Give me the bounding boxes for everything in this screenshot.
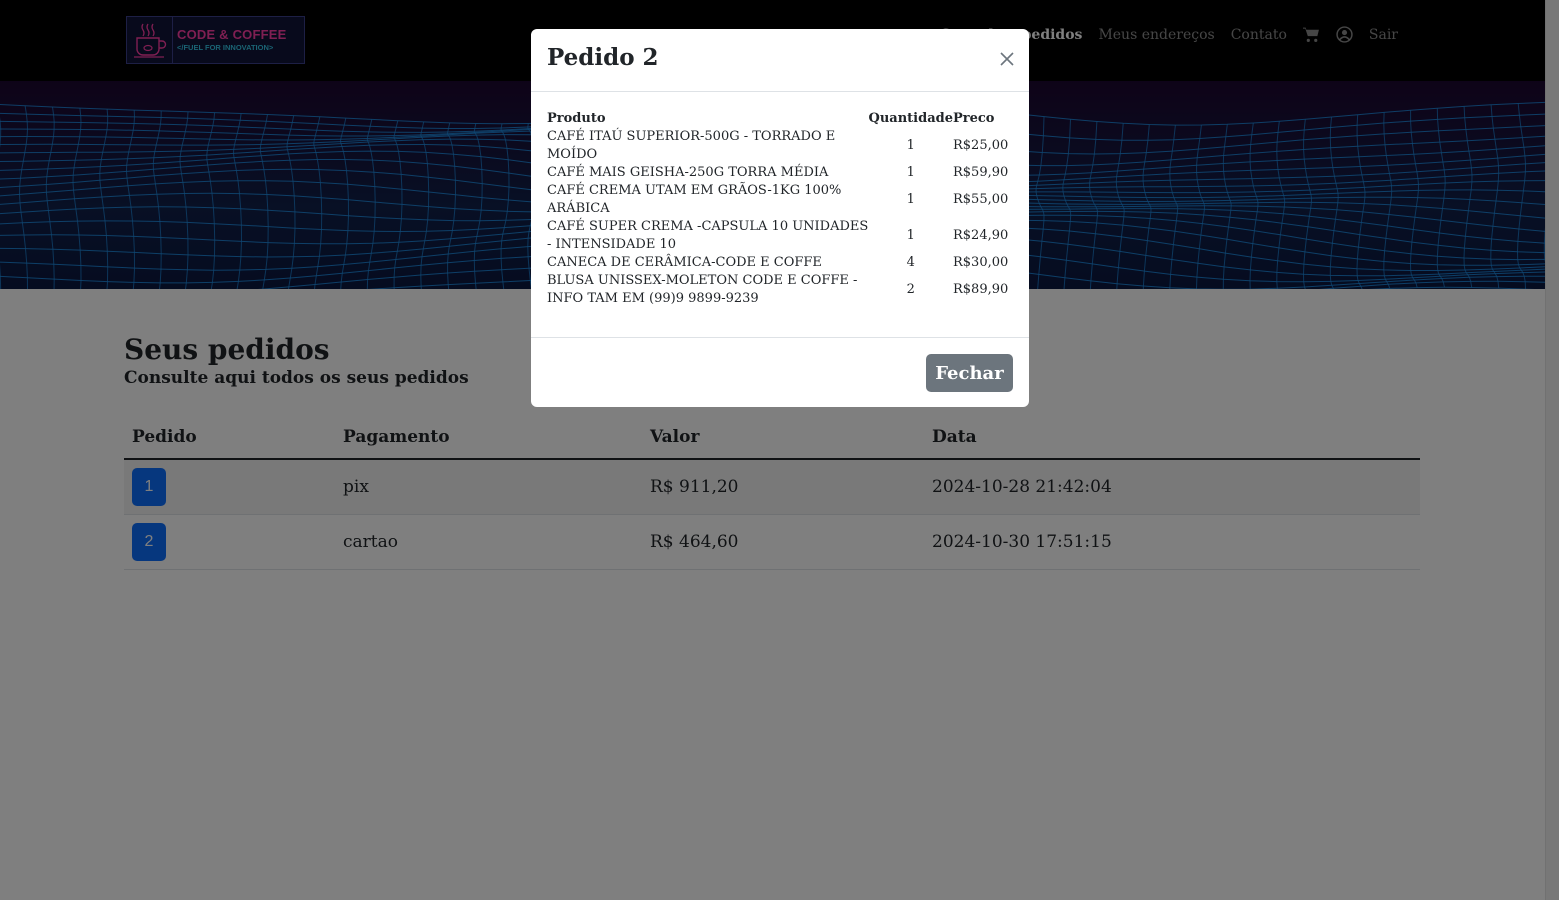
item-row: CAFÉ SUPER CREMA -CAPSULA 10 UNIDADES - … bbox=[547, 218, 1013, 254]
item-product: BLUSA UNISSEX-MOLETON CODE E COFFE - INF… bbox=[547, 273, 858, 306]
item-quantity: 1 bbox=[906, 228, 915, 243]
item-quantity: 1 bbox=[906, 138, 915, 153]
modal-title: Pedido 2 bbox=[547, 44, 659, 71]
item-product: CANECA DE CERÂMICA-CODE E COFFE bbox=[547, 255, 822, 270]
item-price: R$59,90 bbox=[953, 165, 1009, 180]
items-table-header: Produto Quantidade Preco bbox=[547, 106, 1013, 128]
item-price: R$55,00 bbox=[953, 192, 1009, 207]
item-row: CAFÉ ITAÚ SUPERIOR-500G - TORRADO E MOÍD… bbox=[547, 128, 1013, 164]
item-price: R$30,00 bbox=[953, 255, 1009, 270]
item-row: CAFÉ MAIS GEISHA-250G TORRA MÉDIA 1 R$59… bbox=[547, 164, 1013, 182]
item-row: CANECA DE CERÂMICA-CODE E COFFE 4 R$30,0… bbox=[547, 254, 1013, 272]
modal-footer: Fechar bbox=[531, 337, 1029, 407]
item-row: CAFÉ CREMA UTAM EM GRÃOS-1KG 100% ARÁBIC… bbox=[547, 182, 1013, 218]
item-product: CAFÉ SUPER CREMA -CAPSULA 10 UNIDADES - … bbox=[547, 219, 869, 252]
item-quantity: 1 bbox=[906, 192, 915, 207]
column-header-produto: Produto bbox=[547, 111, 606, 126]
item-product: CAFÉ MAIS GEISHA-250G TORRA MÉDIA bbox=[547, 165, 829, 180]
item-quantity: 2 bbox=[906, 282, 915, 297]
column-header-preco: Preco bbox=[953, 111, 995, 126]
item-product: CAFÉ CREMA UTAM EM GRÃOS-1KG 100% ARÁBIC… bbox=[547, 183, 842, 216]
modal-body: Produto Quantidade Preco CAFÉ ITAÚ SUPER… bbox=[531, 92, 1029, 337]
item-price: R$25,00 bbox=[953, 138, 1009, 153]
column-header-quantidade: Quantidade bbox=[868, 111, 953, 126]
item-price: R$24,90 bbox=[953, 228, 1009, 243]
modal-header: Pedido 2 bbox=[531, 29, 1029, 92]
item-quantity: 1 bbox=[906, 165, 915, 180]
close-modal-button[interactable]: Fechar bbox=[926, 354, 1013, 392]
item-row: BLUSA UNISSEX-MOLETON CODE E COFFE - INF… bbox=[547, 272, 1013, 308]
item-price: R$89,90 bbox=[953, 282, 1009, 297]
item-quantity: 4 bbox=[906, 255, 915, 270]
order-details-modal: Pedido 2 Produto Quantidade Preco CAFÉ I… bbox=[531, 29, 1029, 407]
close-icon[interactable] bbox=[997, 49, 1017, 69]
order-items-table: Produto Quantidade Preco CAFÉ ITAÚ SUPER… bbox=[547, 106, 1013, 308]
item-product: CAFÉ ITAÚ SUPERIOR-500G - TORRADO E MOÍD… bbox=[547, 129, 836, 162]
